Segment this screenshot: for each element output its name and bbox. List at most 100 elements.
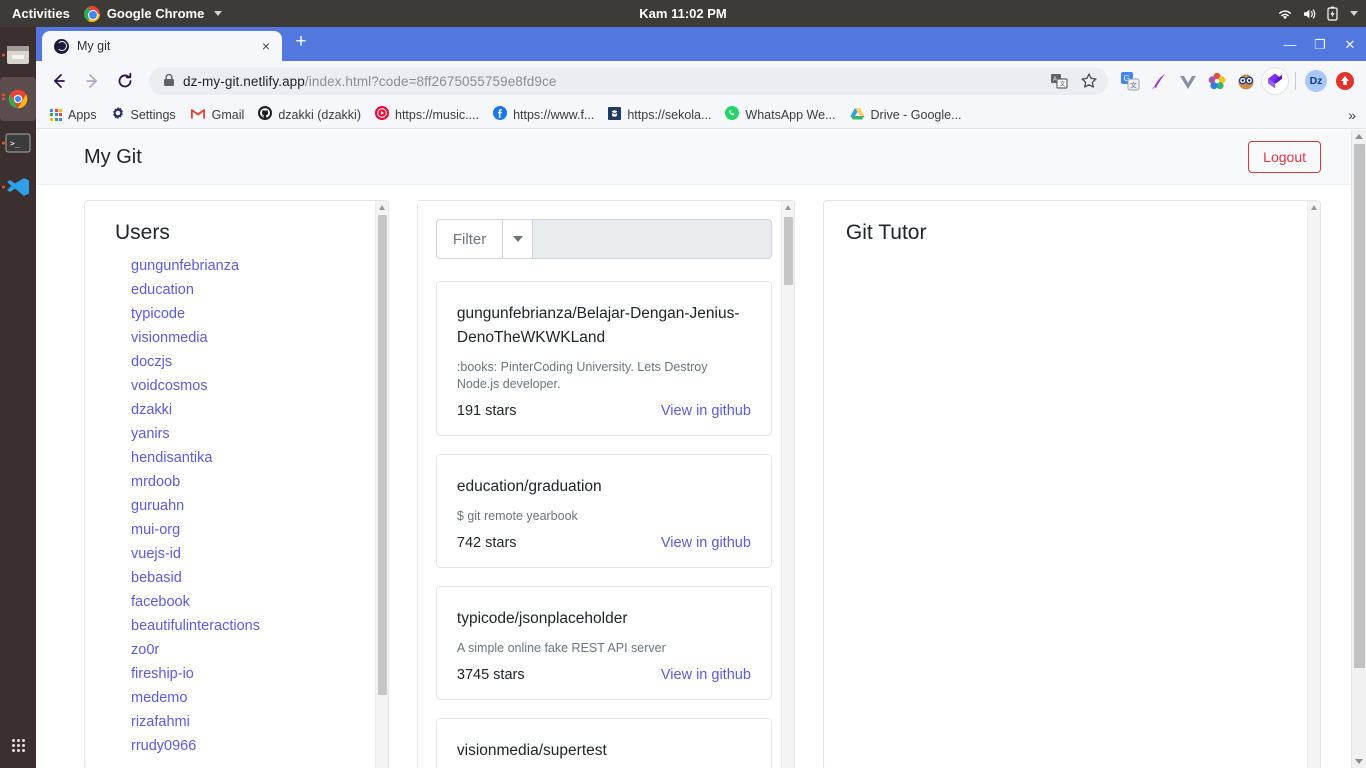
vue-devtools-icon[interactable] — [1175, 68, 1201, 94]
tab-title: My git — [77, 39, 111, 53]
pen-icon[interactable] — [1146, 68, 1172, 94]
diamond-icon[interactable] — [1262, 68, 1288, 94]
user-list-item[interactable]: yanirs — [115, 422, 366, 446]
user-list-item[interactable]: mui-org — [115, 518, 366, 542]
user-list-item[interactable]: rizafahmi — [115, 710, 366, 734]
show-applications-button[interactable] — [0, 732, 36, 758]
dock-item-vscode[interactable] — [0, 165, 36, 209]
user-list-item[interactable]: typicode — [115, 302, 366, 326]
bookmark-youtube-music[interactable]: https://music.... — [369, 104, 485, 125]
bookmark-facebook[interactable]: https://www.f... — [487, 104, 600, 125]
repo-stars: 3745 stars — [456, 667, 525, 683]
chevron-up-icon[interactable] — [1310, 205, 1317, 210]
bookmark-star-icon[interactable] — [1076, 68, 1102, 94]
maximize-button[interactable]: ❐ — [1308, 35, 1332, 55]
update-icon[interactable] — [1332, 68, 1358, 94]
repo-card[interactable]: gungunfebrianza/Belajar-Dengan-Jenius-De… — [435, 281, 772, 436]
gear-icon — [111, 106, 125, 123]
user-list-item[interactable]: visionmedia — [115, 326, 366, 350]
filter-button[interactable]: Filter — [435, 219, 504, 259]
bookmark-apps[interactable]: Apps — [44, 106, 103, 124]
color-picker-icon[interactable] — [1204, 68, 1230, 94]
view-in-github-link[interactable]: View in github — [661, 667, 751, 683]
dock-item-files[interactable] — [0, 33, 36, 77]
user-list-item[interactable]: bebasid — [115, 566, 366, 590]
repo-card[interactable]: typicode/jsonplaceholder A simple online… — [435, 586, 772, 700]
youtube-music-icon — [375, 106, 389, 123]
scrollbar-thumb[interactable] — [783, 217, 793, 285]
activities-button[interactable]: Activities — [0, 6, 84, 21]
battery-icon — [1327, 6, 1338, 21]
view-in-github-link[interactable]: View in github — [661, 403, 751, 419]
lock-icon[interactable] — [163, 73, 175, 90]
user-list-item[interactable]: rrudy0966 — [115, 734, 366, 758]
glasses-icon[interactable] — [1233, 68, 1259, 94]
bookmark-gmail[interactable]: Gmail — [184, 105, 251, 125]
chevron-up-icon[interactable] — [784, 205, 791, 210]
chevron-up-icon[interactable] — [378, 205, 385, 210]
minimize-button[interactable]: — — [1278, 35, 1302, 55]
user-list-item[interactable]: vuejs-id — [115, 542, 366, 566]
chevron-up-icon[interactable] — [1355, 134, 1363, 139]
running-indicator — [2, 185, 5, 189]
user-list-item[interactable]: dzakki — [115, 398, 366, 422]
user-list-item[interactable]: voidcosmos — [115, 374, 366, 398]
repo-card[interactable]: education/graduation $ git remote yearbo… — [435, 454, 772, 568]
user-list-item[interactable]: facebook — [115, 590, 366, 614]
user-list-item[interactable]: mrdoob — [115, 470, 366, 494]
forward-arrow-icon[interactable] — [77, 66, 107, 96]
user-list-item[interactable]: hendisantika — [115, 446, 366, 470]
sekolah-icon — [608, 106, 622, 123]
repos-panel-scrollbar[interactable] — [780, 201, 794, 768]
user-list-item[interactable]: beautifulinteractions — [115, 614, 366, 638]
user-list-item[interactable]: guruahn — [115, 494, 366, 518]
chevron-down-icon — [214, 11, 223, 16]
dock-item-google-chrome[interactable] — [0, 77, 36, 121]
translate-icon[interactable]: A文 — [1046, 68, 1072, 94]
window-controls: — ❐ ✕ — [1278, 35, 1362, 55]
repo-name: gungunfebrianza/Belajar-Dengan-Jenius-De… — [456, 305, 740, 346]
user-list-item[interactable]: fireship-io — [115, 662, 366, 686]
bookmarks-bar: Apps Settings Gmail dzakki (dzakki) http… — [36, 101, 1366, 129]
svg-text:文: 文 — [1130, 81, 1137, 90]
close-icon[interactable]: × — [258, 37, 274, 55]
bookmark-whatsapp-web[interactable]: WhatsApp We... — [719, 104, 841, 125]
bookmark-label: Drive - Google... — [870, 107, 962, 122]
user-list-item[interactable]: gungunfebrianza — [115, 254, 366, 278]
git-tutor-panel-scrollbar[interactable] — [1306, 201, 1320, 768]
reload-icon[interactable] — [110, 66, 140, 96]
bookmark-settings[interactable]: Settings — [105, 104, 182, 125]
user-list-item[interactable]: education — [115, 278, 366, 302]
back-arrow-icon[interactable] — [44, 66, 74, 96]
user-list-item[interactable]: zo0r — [115, 638, 366, 662]
browser-toolbar: dz-my-git.netlify.app/index.html?code=8f… — [36, 61, 1366, 101]
user-list-item[interactable]: medemo — [115, 686, 366, 710]
repo-card[interactable]: visionmedia/supertest — [435, 718, 772, 768]
dock-item-terminal[interactable]: >_ — [0, 121, 36, 165]
apps-grid-icon — [11, 738, 25, 752]
filter-dropdown-button[interactable] — [503, 219, 534, 259]
avatar[interactable]: Dz — [1303, 68, 1329, 94]
user-list-item[interactable]: doczjs — [115, 350, 366, 374]
scrollbar-thumb[interactable] — [1354, 144, 1365, 668]
github-icon — [258, 106, 273, 123]
new-tab-button[interactable]: + — [288, 31, 314, 55]
bookmark-google-drive[interactable]: Drive - Google... — [844, 105, 968, 125]
google-translate-extension-icon[interactable]: G文 — [1117, 68, 1143, 94]
page-scrollbar[interactable] — [1351, 130, 1366, 768]
address-bar[interactable]: dz-my-git.netlify.app/index.html?code=8f… — [149, 67, 1108, 95]
bookmark-sekolah[interactable]: https://sekola... — [602, 105, 717, 125]
logout-button[interactable]: Logout — [1248, 141, 1321, 173]
bookmark-github-dzakki[interactable]: dzakki (dzakki) — [252, 104, 367, 125]
chevron-down-icon[interactable] — [1355, 759, 1363, 764]
git-tutor-container: Git Tutor — [824, 201, 1320, 245]
users-panel-scrollbar[interactable] — [374, 201, 388, 768]
app-menu-google-chrome[interactable]: Google Chrome — [83, 5, 223, 22]
filter-input[interactable] — [533, 219, 772, 259]
browser-tab-my-git[interactable]: My git × — [42, 31, 282, 61]
system-status-area[interactable] — [1277, 6, 1358, 21]
bookmarks-overflow-button[interactable]: » — [1348, 107, 1356, 123]
scrollbar-thumb[interactable] — [377, 215, 387, 695]
view-in-github-link[interactable]: View in github — [661, 535, 751, 551]
close-window-button[interactable]: ✕ — [1338, 35, 1362, 55]
